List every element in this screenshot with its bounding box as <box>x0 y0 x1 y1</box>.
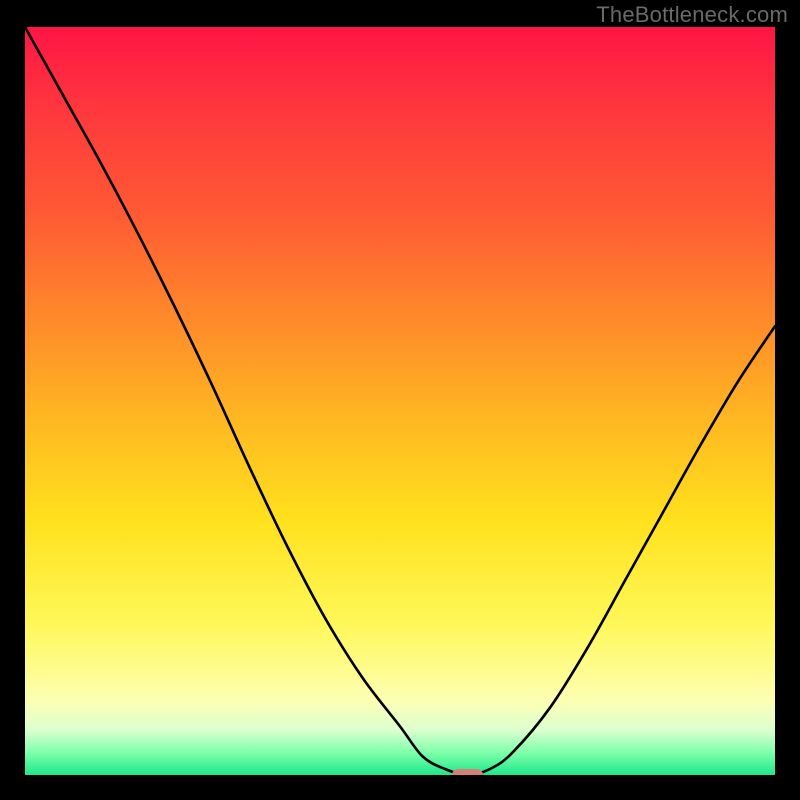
optimum-marker <box>452 769 483 775</box>
canvas-frame: TheBottleneck.com <box>0 0 800 800</box>
watermark-text: TheBottleneck.com <box>596 2 788 28</box>
plot-area <box>25 27 775 775</box>
bottleneck-curve <box>25 27 775 775</box>
